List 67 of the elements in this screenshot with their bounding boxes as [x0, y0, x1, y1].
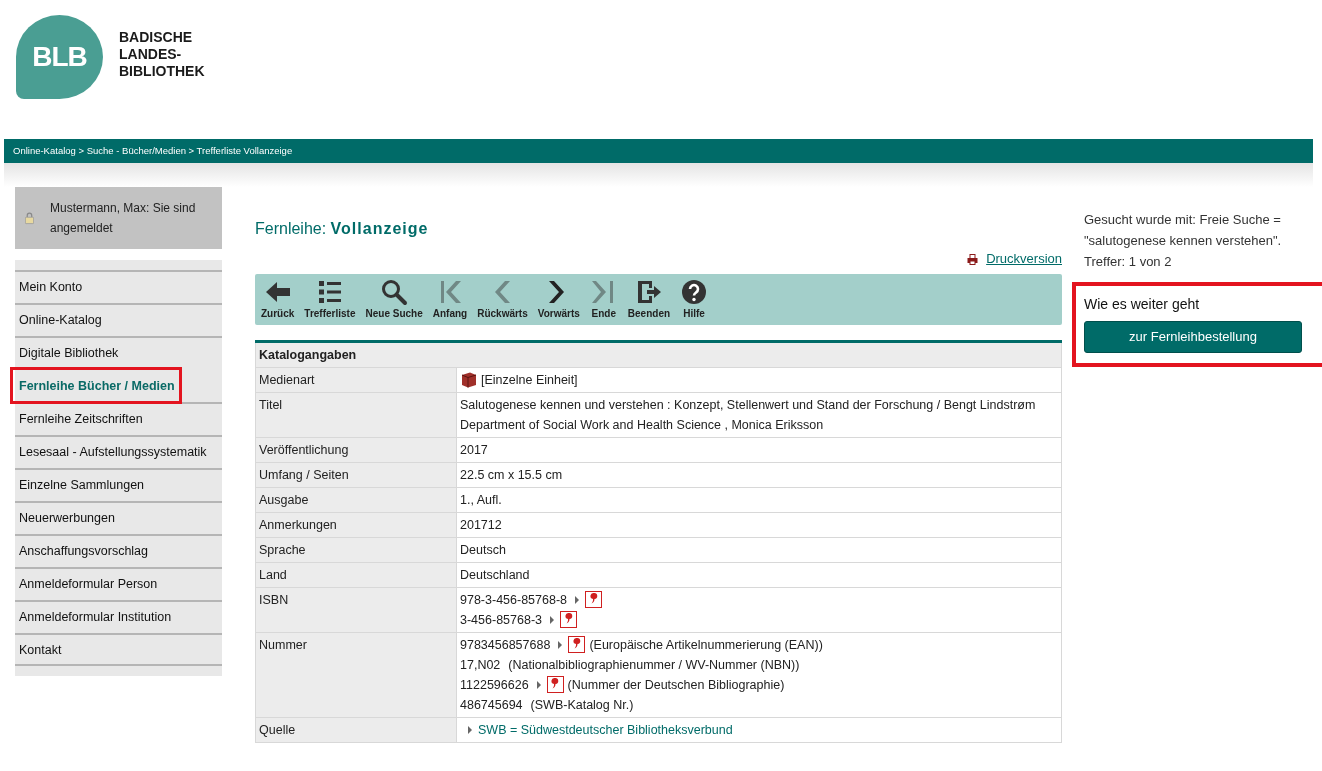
field-note: (Nummer der Deutschen Bibliographie)	[567, 676, 785, 694]
sidebar-item[interactable]: Einzelne Sammlungen	[15, 468, 222, 502]
order-button[interactable]: zur Fernleihbestellung	[1084, 321, 1302, 354]
field-label: ISBN	[255, 587, 457, 633]
page-title: Fernleihe: Vollanzeige	[255, 219, 430, 240]
breadcrumb: Online-Katalog > Suche - Bücher/Medien > Trefferliste Vollanzeige	[4, 139, 1313, 164]
field-value: Deutsch	[460, 541, 506, 559]
field-value: 486745694	[460, 696, 523, 714]
field-value: 1122596626	[460, 676, 529, 694]
toolbar-button[interactable]: Hilfe	[677, 277, 712, 320]
sidebar-item[interactable]: Kontakt	[15, 633, 222, 667]
sidebar-item[interactable]: Neuerwerbungen	[15, 501, 222, 535]
field-value: 9783456857688	[460, 636, 551, 654]
logo-name: BADISCHE LANDES- BIBLIOTHEK	[119, 29, 205, 81]
field-label: Titel	[255, 392, 457, 438]
logo-mark: BLB	[16, 15, 103, 99]
field-label: Sprache	[255, 537, 457, 563]
field-label: Quelle	[255, 717, 457, 743]
arrow-icon	[536, 680, 541, 689]
panel-heading: Wie es weiter geht	[1084, 296, 1201, 314]
field-note: (SWB-Katalog Nr.)	[530, 696, 634, 714]
field-note: (Europäische Artikelnummerierung (EAN))	[589, 636, 823, 654]
field-label: Nummer	[255, 632, 457, 718]
field-value: 1., Aufl.	[460, 491, 502, 509]
field-label: Medienart	[255, 367, 457, 393]
field-value: Deutschland	[460, 566, 530, 584]
hit-count: Treffer: 1 von 2	[1084, 253, 1173, 272]
arrow-icon	[550, 615, 554, 624]
toolbar-button[interactable]: Beenden	[624, 277, 674, 320]
field-value: 201712	[460, 516, 502, 534]
user-status-text: Mustermann, Max: Sie sind angemeldet	[49, 200, 197, 238]
table-heading: Katalogangaben	[255, 341, 1062, 368]
field-label: Land	[255, 562, 457, 588]
sidebar-item[interactable]: Online-Katalog	[15, 303, 222, 337]
field-label: Veröffentlichung	[255, 437, 457, 463]
sidebar-item[interactable]: Mein Konto	[15, 270, 222, 304]
toolbar-button[interactable]: Neue Suche	[362, 277, 426, 320]
field-note: (Nationalbibliographienummer / WV-Nummer (NBN))	[508, 656, 800, 674]
field-label: Ausgabe	[255, 487, 457, 513]
arrow-icon	[575, 595, 580, 604]
sidebar-item[interactable]: Anmeldeformular Person	[15, 567, 222, 601]
field-value: 17,N02	[460, 656, 501, 674]
toolbar-button[interactable]: Vorwärts	[534, 277, 583, 320]
search-info: Gesucht wurde mit: Freie Suche = "salutogenese kennen verstehen".	[1084, 211, 1283, 251]
search-icon	[380, 277, 409, 306]
sidebar-item[interactable]: Lesesaal - Aufstellungssystematik	[15, 435, 222, 469]
field-label: Anmerkungen	[255, 512, 457, 538]
sidebar-item[interactable]: Fernleihe Bücher / Medien	[12, 369, 180, 403]
field-label: Umfang / Seiten	[255, 462, 457, 488]
print-link[interactable]: Druckversion	[986, 249, 1062, 269]
printer-icon	[967, 253, 979, 265]
field-value: 2017	[460, 441, 488, 459]
field-value: 22.5 cm x 15.5 cm	[460, 466, 563, 484]
field-value: Salutogenese kennen und verstehen : Konzept, Stellenwert und Stand der Forschung / Bengt Lindstrøm Department of Social Work and Health Science , Monica Eriksson	[460, 396, 1037, 434]
toolbar-button[interactable]: Trefferliste	[301, 277, 359, 320]
toolbar-button[interactable]: Zurück	[258, 277, 298, 320]
field-value: 978-3-456-85768-8	[460, 591, 568, 609]
field-value: 3-456-85768-3	[460, 611, 542, 629]
arrow-icon	[558, 640, 563, 649]
sidebar-item[interactable]: Anmeldeformular Institution	[15, 600, 222, 634]
lock-icon	[25, 210, 34, 227]
field-value: [Einzelne Einheit]	[481, 371, 578, 389]
sidebar-item[interactable]: Fernleihe Zeitschriften	[15, 402, 222, 436]
arrow-icon	[468, 725, 472, 734]
sidebar-item[interactable]: Digitale Bibliothek	[15, 336, 222, 370]
sidebar-item[interactable]: Anschaffungsvorschlag	[15, 534, 222, 568]
help-icon	[680, 277, 709, 306]
